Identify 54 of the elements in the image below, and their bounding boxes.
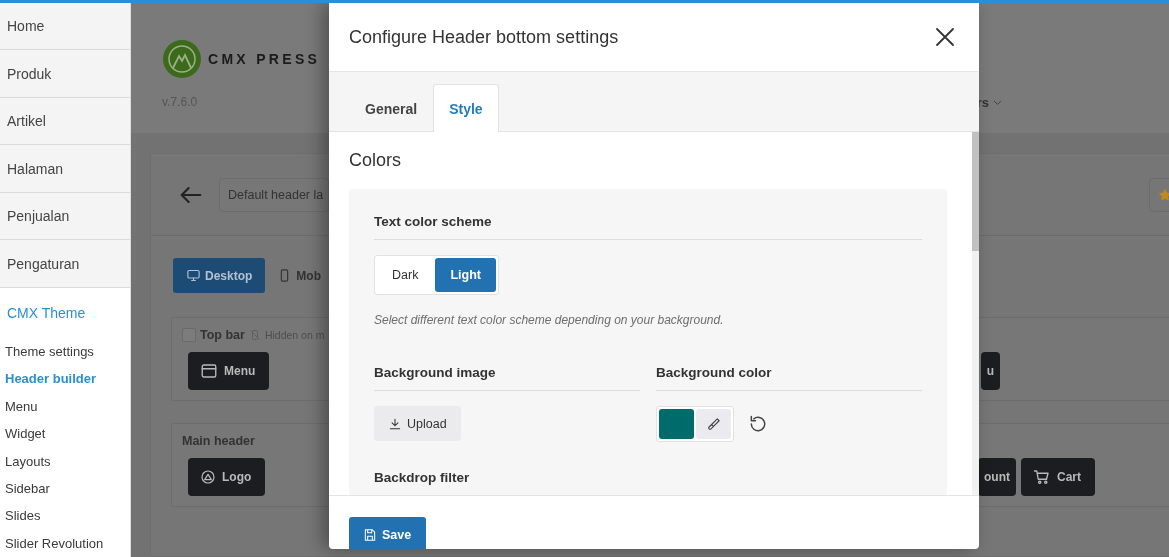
dialog-title: Configure Header bottom settings xyxy=(349,26,619,48)
field-label: Backdrop filter xyxy=(374,470,922,495)
monitor-icon xyxy=(186,268,201,283)
row-title: Top bar xyxy=(200,328,245,342)
brush-icon xyxy=(706,416,721,432)
upload-button[interactable]: Upload xyxy=(374,406,461,441)
submenu-item[interactable]: Slider Revolution xyxy=(0,529,130,557)
menu-item[interactable]: Penjualan xyxy=(0,192,130,241)
element-button[interactable]: u xyxy=(980,352,1000,390)
window-icon xyxy=(200,362,218,380)
help-text: Select different text color scheme depending on your background. xyxy=(374,313,725,327)
reset-button[interactable] xyxy=(748,414,768,434)
submenu-item[interactable]: Menu xyxy=(0,392,130,420)
save-icon xyxy=(363,528,377,542)
element-button[interactable]: Menu xyxy=(188,352,270,390)
dialog-tab[interactable]: Style xyxy=(433,84,499,132)
menu-item[interactable]: Produk xyxy=(0,50,130,98)
submenu-item[interactable]: Sidebar xyxy=(0,474,130,503)
submenu-item[interactable]: Header builder xyxy=(0,365,130,393)
field-label: Text color scheme xyxy=(374,214,922,240)
save-button[interactable]: Save xyxy=(349,517,427,549)
row-title: Main header xyxy=(182,434,255,448)
logo-name: CMX PRESS xyxy=(208,51,321,67)
submenu-item[interactable]: Slides xyxy=(0,502,130,530)
menu-item[interactable]: Pengaturan xyxy=(0,240,130,288)
field-label: Background color xyxy=(656,365,922,391)
cart-icon xyxy=(1033,468,1051,486)
logo-icon xyxy=(162,39,202,79)
menu-item[interactable]: Home xyxy=(0,3,130,51)
menu-item[interactable]: Artikel xyxy=(0,97,130,146)
section-heading: Colors xyxy=(349,150,402,171)
close-icon xyxy=(933,25,957,49)
phone-slash-icon xyxy=(248,329,261,341)
mountain-circle-icon xyxy=(200,469,216,485)
download-icon xyxy=(388,416,402,431)
device-tab[interactable]: Desktop xyxy=(173,258,266,293)
submenu-item[interactable]: Widget xyxy=(0,420,130,448)
menu-item[interactable]: Halaman xyxy=(0,145,130,193)
field-label: Background image xyxy=(374,365,640,391)
element-button[interactable]: ount xyxy=(978,458,1016,496)
submenu-item[interactable]: Layouts xyxy=(0,447,130,475)
element-button[interactable]: Cart xyxy=(1021,458,1095,496)
scheme-option[interactable]: Dark xyxy=(377,258,434,292)
scheme-option[interactable]: Light xyxy=(435,258,496,292)
reset-icon xyxy=(748,414,768,434)
color-swatch[interactable] xyxy=(659,409,694,439)
star-icon xyxy=(1158,187,1169,202)
menu-item[interactable]: CMX Theme xyxy=(0,287,130,338)
dialog-tab[interactable]: General xyxy=(349,84,434,132)
submenu-item[interactable]: Theme settings xyxy=(0,337,130,366)
chevron-down-icon xyxy=(992,97,1003,108)
close-button[interactable] xyxy=(933,25,957,49)
element-button[interactable]: Logo xyxy=(188,458,266,496)
brush-button[interactable] xyxy=(696,409,731,439)
